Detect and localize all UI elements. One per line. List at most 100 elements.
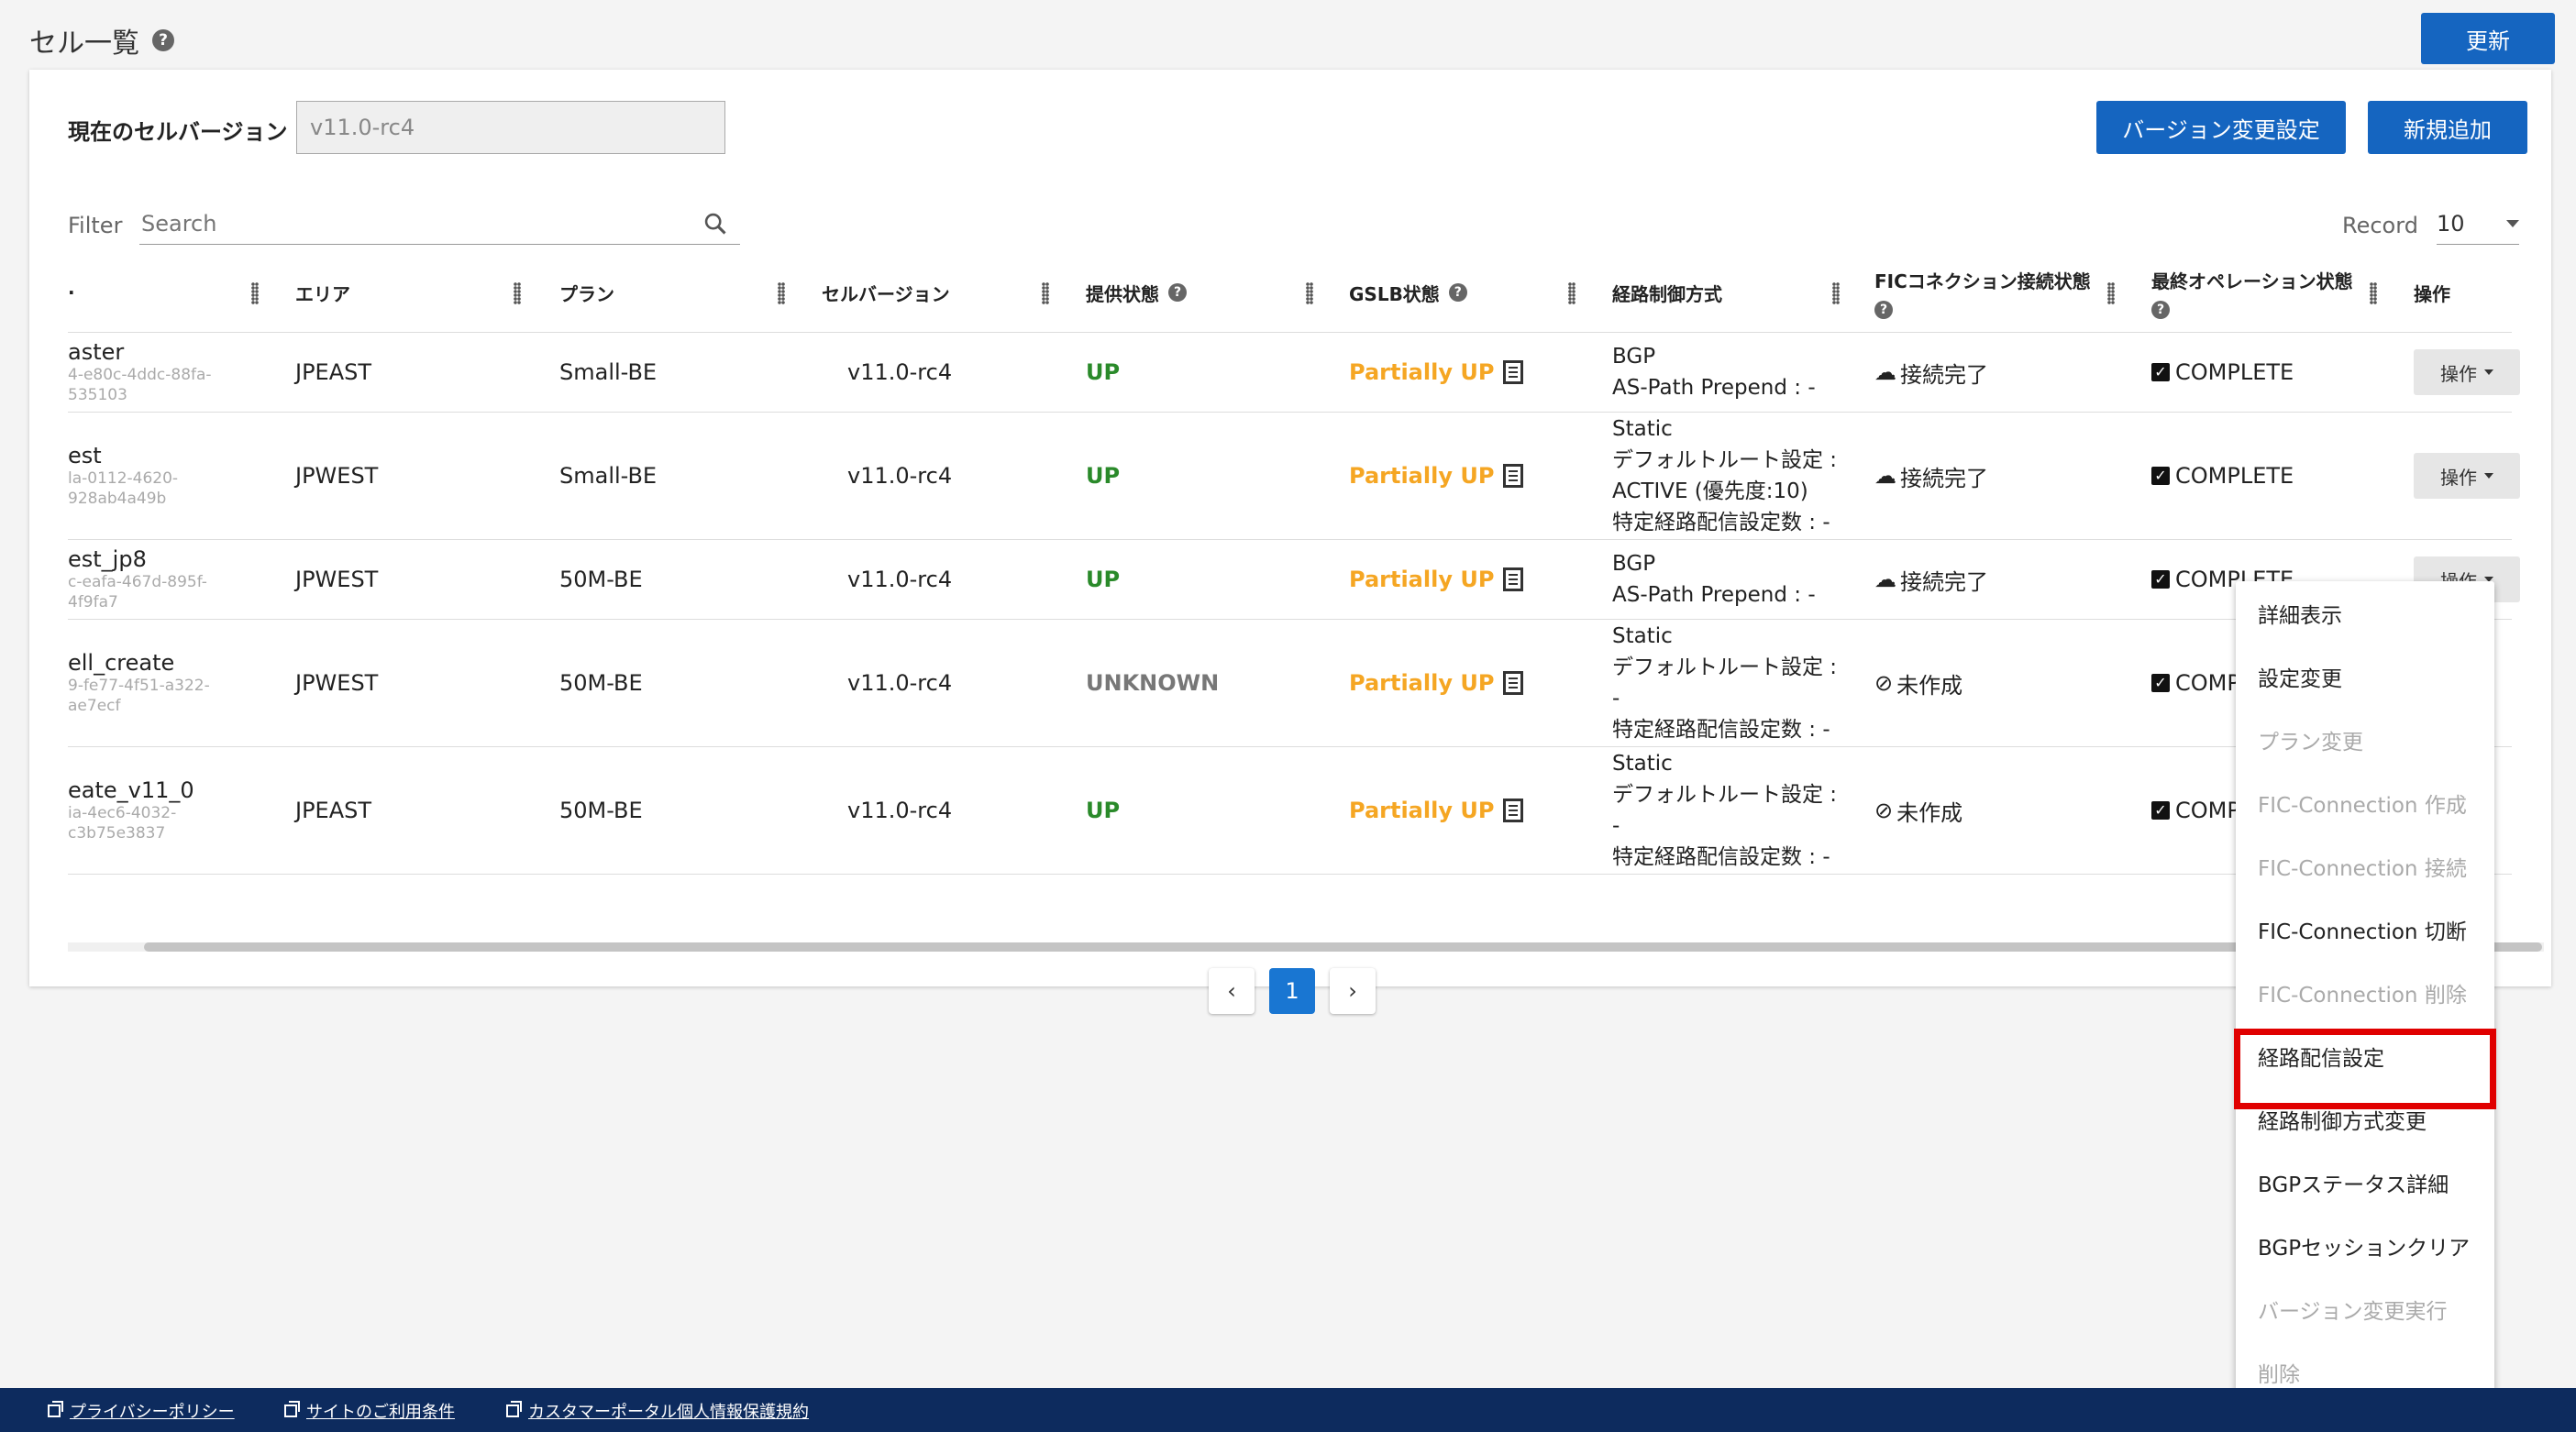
cell-last-op-status: ✓ COMPLETE [2151,333,2294,412]
search-box [139,204,740,245]
checkbox-checked-icon: ✓ [2151,674,2170,692]
footer-portal-label: カスタマーポータル個人情報保護規約 [528,1403,809,1422]
cloud-off-icon: ⊘ [1874,798,1894,823]
gslb-status-text: Partially UP [1349,359,1495,385]
cell-gslb-status[interactable]: Partially UP [1349,413,1524,539]
column-resize-handle[interactable] [1306,282,1313,304]
footer-link-portal[interactable]: カスタマーポータル個人情報保護規約 [506,1399,809,1423]
menu-item-detail[interactable]: 詳細表示 [2236,581,2494,644]
cloud-off-icon: ⊘ [1874,670,1894,696]
filter-label: Filter [68,213,123,238]
pagination-page-1[interactable]: 1 [1269,968,1315,1014]
menu-item-bgp-status[interactable]: BGPステータス詳細 [2236,1151,2494,1214]
route-line1: BGP [1612,552,1656,576]
col-provide-status: 提供状態? [1086,253,1187,332]
operation-button[interactable]: 操作 [2414,453,2520,499]
cell-fic-status: ☁ 接続完了 [1874,413,1988,539]
checkbox-checked-icon: ✓ [2151,801,2170,820]
route-line2: AS-Path Prepend : - [1612,376,1816,400]
add-new-button[interactable]: 新規追加 [2368,101,2527,154]
column-resize-handle[interactable] [2107,282,2115,304]
cell-version: v11.0-rc4 [847,670,953,696]
route-line2: デフォルトルート設定 : [1612,655,1838,679]
menu-item-fic-disconnect[interactable]: FIC-Connection 切断 [2236,898,2494,961]
help-icon[interactable]: ? [1448,283,1467,302]
menu-item-fic-connect: FIC-Connection 接続 [2258,856,2467,881]
footer-link-terms[interactable]: サイトのご利用条件 [284,1399,455,1423]
help-icon[interactable]: ? [152,29,174,51]
record-value: 10 [2437,211,2465,237]
refresh-button[interactable]: 更新 [2421,13,2555,64]
col-provide-status-label: 提供状態 [1086,282,1159,305]
col-cell-version: セルバージョン [822,282,950,305]
current-version-label: 現在のセルバージョン [68,119,288,145]
gslb-status-text: Partially UP [1349,463,1495,489]
help-icon[interactable]: ? [2151,300,2170,319]
column-resize-handle[interactable] [2370,282,2377,304]
checkbox-checked-icon: ✓ [2151,467,2170,485]
cell-plan: 50M-BE [559,670,643,696]
footer-terms-label: サイトのご利用条件 [306,1403,455,1422]
menu-item-version-change-run: バージョン変更実行 [2258,1299,2448,1324]
column-resize-handle[interactable] [1042,282,1049,304]
cell-table: · エリア プラン セルバージョン 提供状態? GSLB状態? 経路制御方式 F… [68,253,2520,875]
route-line3: - [1612,687,1620,710]
cell-plan: 50M-BE [559,567,643,592]
cell-id-line1: la-0112-4620- [68,469,179,488]
chevron-down-icon [2484,369,2493,375]
operation-button[interactable]: 操作 [2414,349,2520,395]
menu-item-bgp-session-clear[interactable]: BGPセッションクリア [2236,1214,2494,1277]
highlight-box [2234,1029,2496,1109]
version-change-button[interactable]: バージョン変更設定 [2096,101,2346,154]
col-last-op-status: 最終オペレーション状態? [2151,253,2390,332]
cell-area: JPWEST [295,463,379,489]
horizontal-scrollbar-thumb[interactable] [144,942,2542,952]
column-resize-handle[interactable] [514,282,521,304]
cell-id-line2: c3b75e3837 [68,824,166,843]
cell-provide-status: UP [1086,798,1121,823]
cell-version: v11.0-rc4 [847,798,953,823]
checkbox-checked-icon: ✓ [2151,570,2170,589]
menu-item-settings[interactable]: 設定変更 [2236,644,2494,708]
document-icon[interactable] [1503,567,1524,591]
search-input[interactable] [139,210,693,237]
document-icon[interactable] [1503,671,1524,695]
cell-name: est_jp8 c-eafa-467d-895f- 4f9fa7 [68,540,251,619]
search-icon[interactable] [702,211,728,237]
document-icon[interactable] [1503,464,1524,488]
cell-provide-status: UP [1086,359,1121,385]
pagination-next-button[interactable]: › [1330,968,1376,1014]
help-icon[interactable]: ? [1874,300,1893,319]
external-link-icon [48,1401,63,1417]
cell-gslb-status[interactable]: Partially UP [1349,333,1524,412]
external-link-icon [284,1401,300,1417]
cell-name: ell_create 9-fe77-4f51-a322- ae7ecf [68,620,251,746]
column-resize-handle[interactable] [1568,282,1575,304]
cell-gslb-status[interactable]: Partially UP [1349,620,1524,746]
pagination-prev-button[interactable]: ‹ [1209,968,1255,1014]
column-resize-handle[interactable] [778,282,785,304]
footer-link-privacy[interactable]: プライバシーポリシー [48,1399,235,1423]
help-icon[interactable]: ? [1168,283,1187,302]
cell-gslb-status[interactable]: Partially UP [1349,540,1524,619]
cell-version: v11.0-rc4 [847,359,953,385]
route-line3: - [1612,814,1620,838]
cell-gslb-status[interactable]: Partially UP [1349,747,1524,874]
record-select[interactable]: 10 [2437,204,2519,245]
document-icon[interactable] [1503,799,1524,822]
cell-name: aster 4-e80c-4ddc-88fa- 535103 [68,333,251,412]
chevron-down-icon [2506,220,2519,227]
cell-route-control: BGP AS-Path Prepend : - [1612,333,1816,412]
col-operation: 操作 [2414,282,2450,305]
cell-area: JPWEST [295,670,379,696]
operation-button-label: 操作 [2440,466,2477,489]
cell-id-line1: 4-e80c-4ddc-88fa- [68,366,212,384]
table-row: ell_create 9-fe77-4f51-a322- ae7ecf JPWEST… [68,620,2512,747]
page-title-text: セル一覧 [29,28,139,60]
document-icon[interactable] [1503,360,1524,384]
table-row: est la-0112-4620- 928ab4a49b JPWEST Small-… [68,413,2520,540]
route-line4: 特定経路配信設定数 : - [1612,718,1830,742]
column-resize-handle[interactable] [251,282,259,304]
footer: プライバシーポリシー サイトのご利用条件 カスタマーポータル個人情報保護規約 [0,1388,2576,1432]
column-resize-handle[interactable] [1832,282,1840,304]
